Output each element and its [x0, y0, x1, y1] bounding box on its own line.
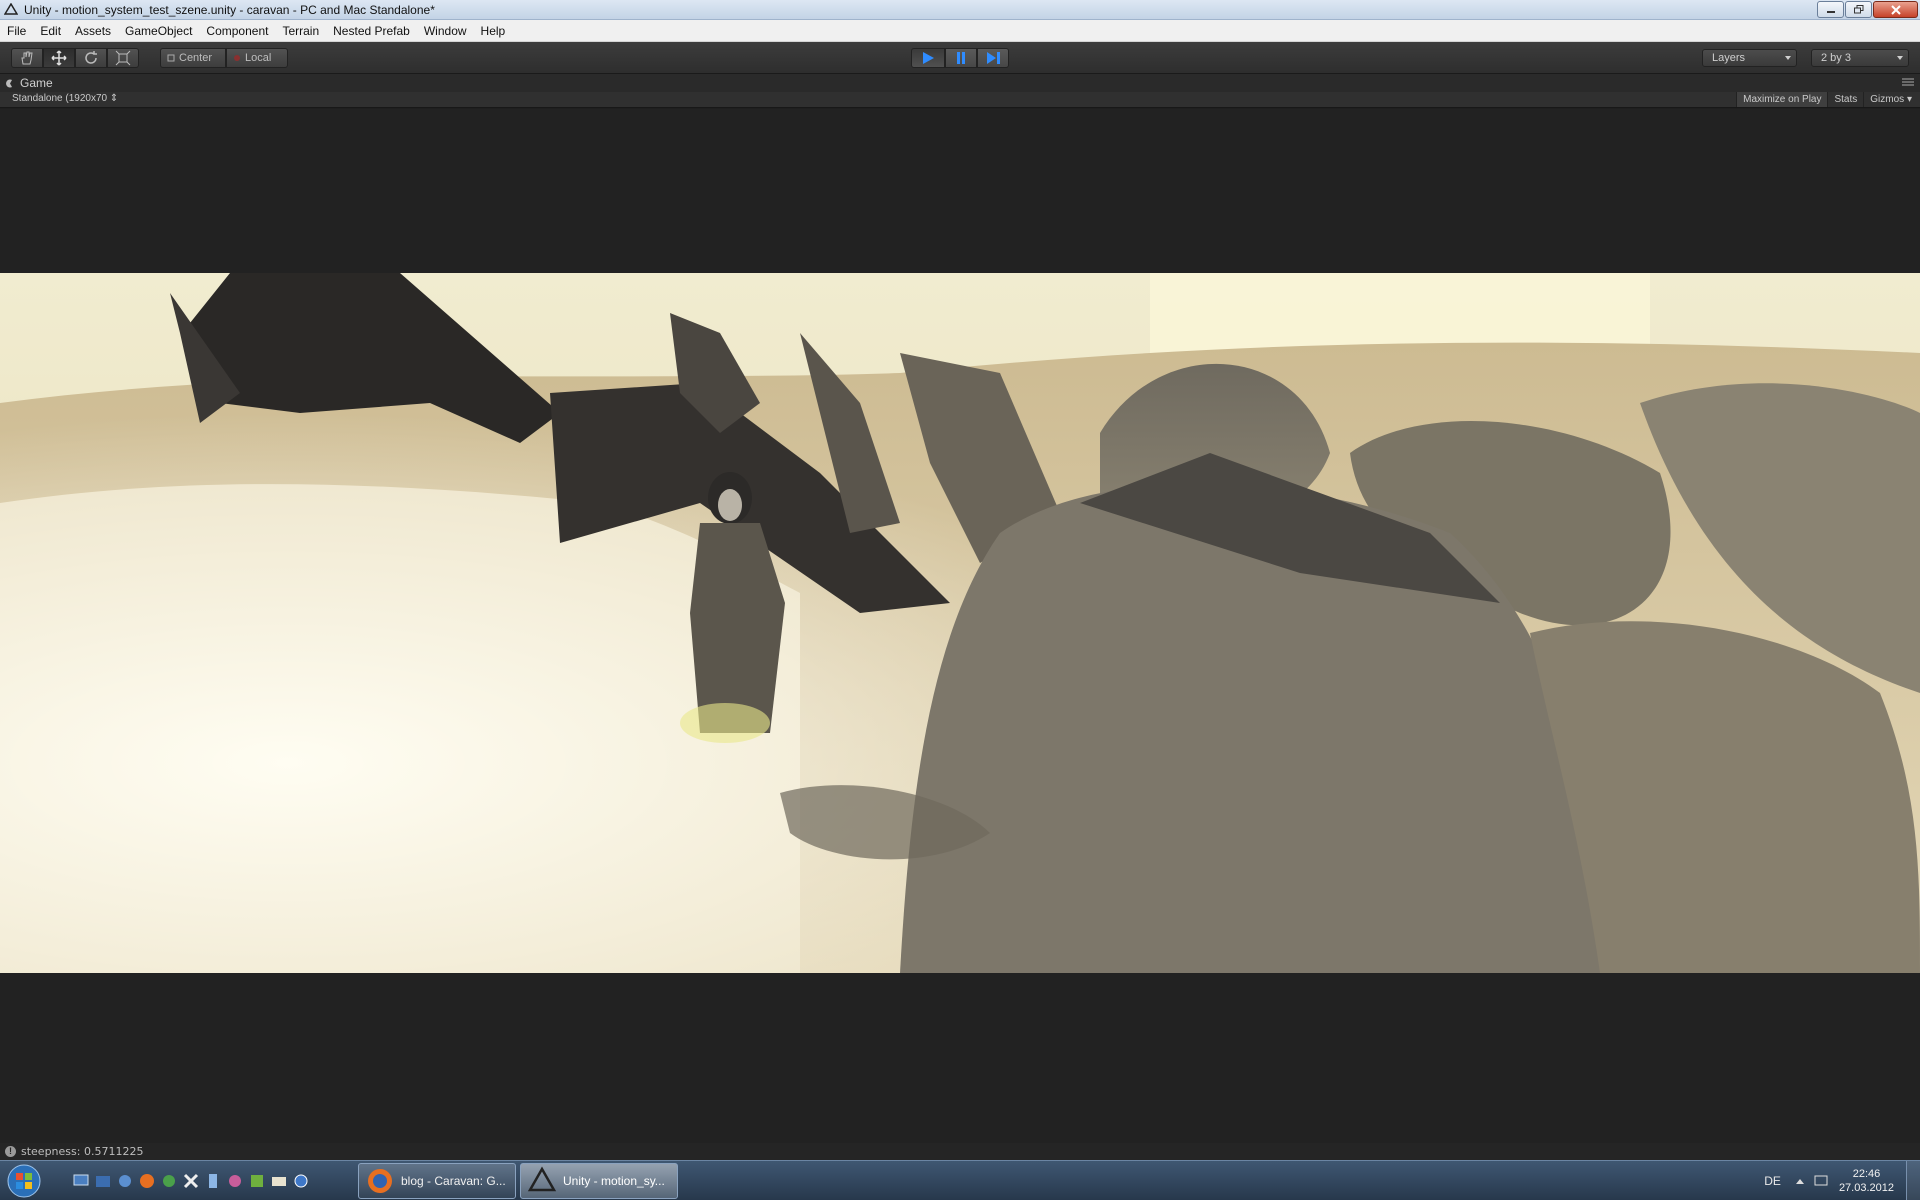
restore-icon: [1853, 5, 1863, 14]
tab-menu-icon[interactable]: [1902, 78, 1914, 86]
layers-dropdown[interactable]: Layers: [1702, 49, 1797, 67]
transform-tools: [11, 48, 139, 68]
status-bar: ! steepness: 0.5711225: [0, 1143, 1920, 1160]
menu-window[interactable]: Window: [417, 20, 474, 42]
window-titlebar: Unity - motion_system_test_szene.unity -…: [0, 0, 1920, 20]
taskbar-item-unity[interactable]: Unity - motion_sy...: [520, 1163, 678, 1199]
app-icon[interactable]: [292, 1172, 310, 1190]
show-desktop-icon[interactable]: [72, 1172, 90, 1190]
taskbar-item-label: Unity - motion_sy...: [563, 1174, 665, 1188]
play-button[interactable]: [911, 48, 945, 68]
taskbar-item-firefox[interactable]: blog - Caravan: G...: [358, 1163, 516, 1199]
layout-label: 2 by 3: [1821, 52, 1851, 64]
system-tray: DE 22:46 27.03.2012: [1764, 1161, 1920, 1200]
unity-icon: [4, 2, 18, 15]
menu-help[interactable]: Help: [474, 20, 513, 42]
clock[interactable]: 22:46 27.03.2012: [1839, 1167, 1894, 1195]
firefox-icon: [368, 1169, 392, 1193]
aspect-label: Standalone (1920x70: [12, 93, 108, 104]
firefox-icon[interactable]: [138, 1172, 156, 1190]
window-title: Unity - motion_system_test_szene.unity -…: [24, 2, 435, 17]
gizmos-dropdown[interactable]: Gizmos ▾: [1863, 92, 1918, 107]
move-icon: [51, 50, 67, 66]
status-message: steepness: 0.5711225: [21, 1145, 144, 1158]
start-button[interactable]: [4, 1163, 44, 1199]
menu-assets[interactable]: Assets: [68, 20, 118, 42]
layout-dropdown[interactable]: 2 by 3: [1811, 49, 1909, 67]
menu-file[interactable]: File: [0, 20, 33, 42]
app-icon[interactable]: [160, 1172, 178, 1190]
chevron-down-icon: [1897, 56, 1903, 60]
tab-game[interactable]: Game: [6, 76, 53, 90]
app-icon[interactable]: [204, 1172, 222, 1190]
space-label: Local: [245, 52, 272, 64]
unity-icon: [527, 1166, 557, 1192]
menu-bar: File Edit Assets GameObject Component Te…: [0, 20, 1920, 42]
explorer-icon[interactable]: [94, 1172, 112, 1190]
pivot-center-button[interactable]: Center: [160, 48, 226, 68]
quick-launch: [72, 1172, 310, 1190]
close-button[interactable]: [1873, 1, 1918, 18]
aspect-dropdown[interactable]: Standalone (1920x70 ⇕: [12, 93, 118, 104]
pivot-icon: [167, 54, 175, 62]
restore-button[interactable]: [1845, 1, 1872, 18]
hand-tool-button[interactable]: [11, 48, 43, 68]
main-toolbar: Center Local Layers 2 by 3: [0, 42, 1920, 74]
network-icon[interactable]: [116, 1172, 134, 1190]
local-space-icon: [234, 55, 240, 61]
network-tray-icon[interactable]: [1813, 1173, 1831, 1189]
clock-time: 22:46: [1852, 1168, 1881, 1180]
play-icon: [923, 52, 934, 64]
info-icon: !: [5, 1146, 16, 1157]
game-render[interactable]: [0, 273, 1920, 973]
move-tool-button[interactable]: [43, 48, 75, 68]
menu-terrain[interactable]: Terrain: [275, 20, 326, 42]
stats-toggle[interactable]: Stats: [1827, 92, 1863, 107]
rotate-icon: [85, 51, 97, 64]
minimize-icon: [1826, 10, 1835, 13]
rotate-tool-button[interactable]: [75, 48, 107, 68]
step-button[interactable]: [977, 48, 1009, 68]
step-icon: [987, 52, 1000, 64]
game-view-toolbar: Standalone (1920x70 ⇕ Maximize on Play S…: [0, 92, 1920, 108]
desert-scene-image: [0, 273, 1920, 973]
app-icon[interactable]: [182, 1172, 200, 1190]
pause-button[interactable]: [945, 48, 977, 68]
playback-controls: [911, 48, 1009, 68]
taskbar-item-label: blog - Caravan: G...: [401, 1174, 506, 1188]
maximize-on-play-toggle[interactable]: Maximize on Play: [1736, 92, 1828, 107]
app-icon[interactable]: [226, 1172, 244, 1190]
close-icon: [1890, 4, 1901, 15]
menu-gameobject[interactable]: GameObject: [118, 20, 199, 42]
pivot-toggles: Center Local: [160, 48, 288, 68]
game-view-icon: [6, 79, 12, 87]
menu-edit[interactable]: Edit: [33, 20, 68, 42]
show-desktop-button[interactable]: [1906, 1161, 1920, 1200]
chevron-updown-icon: ⇕: [109, 93, 119, 104]
scale-tool-button[interactable]: [107, 48, 139, 68]
scale-icon: [115, 50, 131, 66]
app-icon[interactable]: [248, 1172, 266, 1190]
pivot-label: Center: [179, 52, 213, 64]
menu-nested-prefab[interactable]: Nested Prefab: [326, 20, 417, 42]
game-tab-bar: Game: [0, 74, 1920, 92]
gizmos-label: Gizmos: [1870, 94, 1905, 105]
space-local-button[interactable]: Local: [226, 48, 288, 68]
pause-icon: [957, 52, 965, 64]
hand-icon: [21, 51, 33, 65]
chevron-down-icon: [1785, 56, 1791, 60]
minimize-button[interactable]: [1817, 1, 1844, 18]
clock-date: 27.03.2012: [1838, 1182, 1894, 1194]
menu-component[interactable]: Component: [199, 20, 275, 42]
tab-game-label: Game: [20, 76, 53, 90]
language-indicator[interactable]: DE: [1764, 1174, 1781, 1188]
chevron-up-icon[interactable]: [1795, 1177, 1805, 1185]
mail-icon[interactable]: [270, 1172, 288, 1190]
windows-taskbar: blog - Caravan: G... Unity - motion_sy..…: [0, 1160, 1920, 1200]
layers-label: Layers: [1712, 52, 1746, 64]
